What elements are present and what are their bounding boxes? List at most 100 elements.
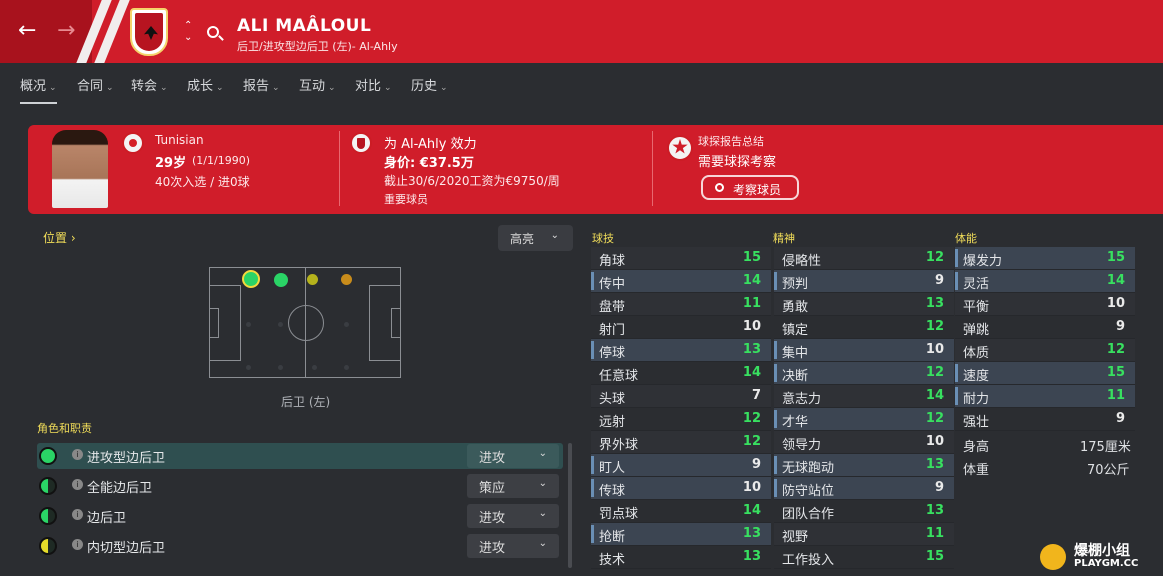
role-row[interactable]: i 全能边后卫 策应 ⌄ — [37, 473, 563, 499]
tab-transfer[interactable]: 转会 ⌄ — [131, 75, 168, 94]
attribute-row[interactable]: 耐力 11 — [955, 385, 1135, 408]
nav-panel — [0, 0, 92, 63]
height-value: 175厘米 — [1080, 440, 1131, 455]
attribute-row[interactable]: 无球跑动 13 — [774, 454, 954, 477]
roles-scrollbar[interactable] — [568, 443, 572, 568]
attribute-value: 13 — [742, 342, 761, 357]
arrow-left-icon[interactable]: ← — [18, 20, 36, 42]
attribute-row[interactable]: 传球 10 — [591, 477, 771, 500]
scout-player-button[interactable]: 考察球员 — [701, 175, 799, 200]
attribute-row[interactable]: 预判 9 — [774, 270, 954, 293]
attribute-value: 15 — [1106, 250, 1125, 265]
attribute-row[interactable]: 抢断 13 — [591, 523, 771, 546]
tab-compare[interactable]: 对比 ⌄ — [355, 75, 392, 94]
attribute-value: 13 — [925, 457, 944, 472]
attribute-row[interactable]: 工作投入 15 — [774, 546, 954, 569]
attribute-row[interactable]: 灵活 14 — [955, 270, 1135, 293]
mental-attributes: 侵略性 12 预判 9 勇敢 13 镇定 12 集中 10 决断 12 意志力 14 才华 12 领导力 10 无球… — [774, 247, 954, 569]
tab-reports[interactable]: 报告 ⌄ — [243, 75, 280, 94]
attribute-name: 勇敢 — [782, 300, 809, 315]
attribute-value: 10 — [925, 434, 944, 449]
attribute-row[interactable]: 角球 15 — [591, 247, 771, 270]
chevron-down-icon: ⌄ — [384, 83, 392, 93]
tab-overview[interactable]: 概况 ⌄ — [20, 75, 57, 104]
duty-dropdown[interactable]: 进攻 ⌄ — [467, 504, 559, 528]
attribute-row[interactable]: 技术 13 — [591, 546, 771, 569]
tab-contract[interactable]: 合同 ⌄ — [77, 75, 114, 94]
chevron-down-icon: ⌄ — [440, 83, 448, 93]
attribute-value: 12 — [925, 365, 944, 380]
tab-development[interactable]: 成长 ⌄ — [187, 75, 224, 94]
chevron-down-icon: ⌄ — [216, 83, 224, 93]
role-row[interactable]: i 边后卫 进攻 ⌄ — [37, 503, 563, 529]
attribute-value: 14 — [742, 503, 761, 518]
info-icon[interactable]: i — [72, 539, 83, 550]
info-icon[interactable]: i — [72, 449, 83, 460]
attribute-row[interactable]: 头球 7 — [591, 385, 771, 408]
info-icon[interactable]: i — [72, 479, 83, 490]
position-label[interactable]: 位置 › — [43, 229, 76, 246]
attribute-row[interactable]: 强壮 9 — [955, 408, 1135, 431]
physical-title: 体能 — [955, 232, 977, 245]
attribute-row[interactable]: 盘带 11 — [591, 293, 771, 316]
watermark-logo: 爆棚小组 PLAYGM.CC — [1040, 540, 1160, 572]
role-suitability-icon — [39, 537, 57, 555]
attribute-value: 13 — [925, 296, 944, 311]
role-row[interactable]: i 内切型边后卫 进攻 ⌄ — [37, 533, 563, 559]
attribute-row[interactable]: 体质 12 — [955, 339, 1135, 362]
club-crest-icon[interactable] — [130, 8, 168, 56]
player-switch-icon[interactable]: ⌃ ⌄ — [184, 20, 192, 44]
attribute-row[interactable]: 团队合作 13 — [774, 500, 954, 523]
chevron-down-icon: ⌄ — [550, 230, 559, 241]
duty-dropdown[interactable]: 策应 ⌄ — [467, 474, 559, 498]
info-icon[interactable]: i — [72, 509, 83, 520]
attribute-name: 视野 — [782, 530, 809, 545]
attribute-row[interactable]: 速度 15 — [955, 362, 1135, 385]
attribute-row[interactable]: 传中 14 — [591, 270, 771, 293]
attribute-row[interactable]: 才华 12 — [774, 408, 954, 431]
attribute-row[interactable]: 决断 12 — [774, 362, 954, 385]
height-label: 身高 — [963, 440, 990, 455]
attribute-row[interactable]: 平衡 10 — [955, 293, 1135, 316]
attribute-value: 12 — [742, 434, 761, 449]
attribute-row[interactable]: 集中 10 — [774, 339, 954, 362]
duty-dropdown[interactable]: 进攻 ⌄ — [467, 444, 559, 468]
attribute-value: 14 — [742, 273, 761, 288]
highlight-dropdown[interactable]: 高亮 ⌄ — [498, 225, 573, 251]
technical-title: 球技 — [592, 232, 614, 245]
chevron-down-icon: ⌄ — [106, 83, 114, 93]
attribute-row[interactable]: 勇敢 13 — [774, 293, 954, 316]
attribute-row[interactable]: 停球 13 — [591, 339, 771, 362]
attribute-row[interactable]: 镇定 12 — [774, 316, 954, 339]
tab-interaction[interactable]: 互动 ⌄ — [299, 75, 336, 94]
attribute-name: 耐力 — [963, 392, 990, 407]
duty-dropdown[interactable]: 进攻 ⌄ — [467, 534, 559, 558]
attribute-row[interactable]: 罚点球 14 — [591, 500, 771, 523]
attribute-row[interactable]: 防守站位 9 — [774, 477, 954, 500]
attribute-row[interactable]: 侵略性 12 — [774, 247, 954, 270]
attribute-row[interactable]: 视野 11 — [774, 523, 954, 546]
role-name: 进攻型边后卫 — [87, 451, 166, 466]
attribute-row[interactable]: 界外球 12 — [591, 431, 771, 454]
attribute-value: 14 — [925, 388, 944, 403]
weight-label: 体重 — [963, 463, 990, 478]
attribute-row[interactable]: 射门 10 — [591, 316, 771, 339]
role-name: 全能边后卫 — [87, 481, 153, 496]
position-caption: 后卫 (左) — [281, 395, 331, 409]
role-row[interactable]: i 进攻型边后卫 进攻 ⌄ — [37, 443, 563, 469]
attribute-row[interactable]: 盯人 9 — [591, 454, 771, 477]
attribute-name: 灵活 — [963, 277, 990, 292]
attribute-row[interactable]: 弹跳 9 — [955, 316, 1135, 339]
attribute-name: 传球 — [599, 484, 626, 499]
attribute-name: 速度 — [963, 369, 990, 384]
contract: 截止30/6/2020工资为€9750/周 — [384, 174, 560, 188]
caps: 40次入选 / 进0球 — [155, 175, 250, 189]
attribute-row[interactable]: 领导力 10 — [774, 431, 954, 454]
arrow-right-icon[interactable]: → — [57, 20, 75, 42]
tab-history[interactable]: 历史 ⌄ — [411, 75, 448, 94]
attribute-row[interactable]: 爆发力 15 — [955, 247, 1135, 270]
attribute-row[interactable]: 远射 12 — [591, 408, 771, 431]
attribute-row[interactable]: 意志力 14 — [774, 385, 954, 408]
chevron-down-icon: ⌄ — [538, 448, 547, 459]
attribute-row[interactable]: 任意球 14 — [591, 362, 771, 385]
